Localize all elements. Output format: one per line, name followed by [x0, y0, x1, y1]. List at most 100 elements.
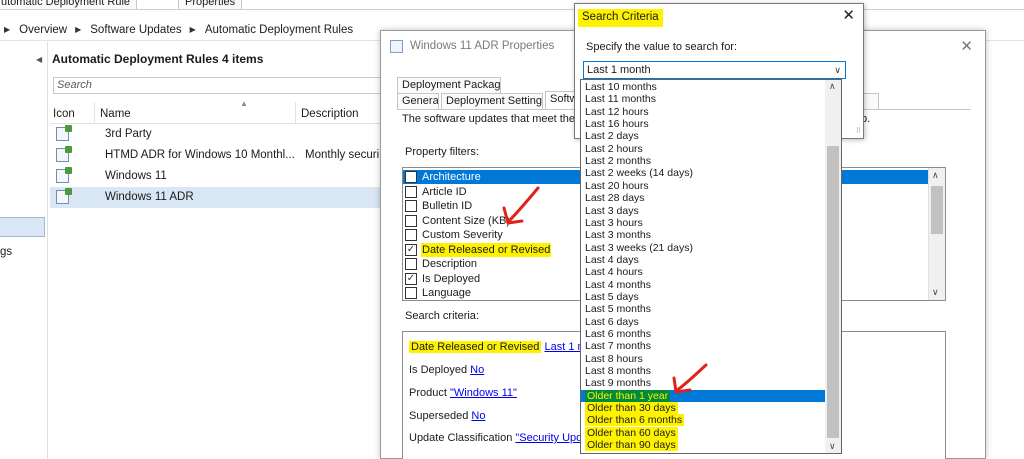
close-icon[interactable]: ✕ [960, 37, 973, 55]
scroll-down-icon[interactable]: ∨ [829, 441, 836, 452]
dropdown-option[interactable]: Last 4 months [581, 279, 826, 291]
search-value-label: Specify the value to search for: [586, 41, 738, 53]
dropdown-option[interactable]: Last 5 days [581, 291, 826, 303]
criteria-row-date: Date Released or Revised Last 1 mo [409, 341, 593, 353]
checkbox-icon[interactable] [405, 171, 417, 183]
list-search-input[interactable]: Search [53, 77, 395, 94]
chevron-down-icon[interactable]: ∨ [834, 62, 841, 78]
row-description: Monthly securi [305, 149, 380, 161]
dropdown-option[interactable]: Last 6 months [581, 328, 826, 340]
table-row-selected[interactable]: Windows 11 ADR [50, 187, 395, 208]
tab-deployment-package[interactable]: Deployment Package [397, 77, 501, 93]
dropdown-option[interactable]: Last 3 hours [581, 217, 826, 229]
dropdown-option[interactable]: Last 2 weeks (14 days) [581, 167, 826, 179]
breadcrumb-overview[interactable]: Overview [19, 24, 67, 36]
collapse-arrow-icon[interactable]: ◀ [36, 55, 42, 64]
dropdown-option-label: Last 9 months [585, 377, 651, 390]
table-row[interactable]: HTMD ADR for Windows 10 Monthl... Monthl… [50, 145, 395, 166]
dropdown-option[interactable]: Last 2 hours [581, 143, 826, 155]
dropdown-option[interactable]: Older than 30 days [581, 402, 826, 415]
dropdown-option[interactable]: Older than 6 months [581, 414, 826, 427]
tab-properties[interactable]: Properties [178, 0, 243, 9]
scrollbar-thumb[interactable] [827, 146, 839, 438]
scroll-up-icon[interactable]: ∧ [829, 81, 836, 92]
checkbox-icon[interactable] [405, 214, 417, 227]
search-value-combobox[interactable]: Last 1 month ∨ [583, 61, 846, 79]
sort-ascending-icon: ▲ [240, 99, 248, 108]
dropdown-option[interactable]: Last 16 hours [581, 118, 826, 130]
resize-grip-icon[interactable]: ⠿ [856, 127, 861, 135]
combobox-selected-value: Last 1 month [587, 64, 651, 76]
dropdown-option-label: Last 4 months [585, 278, 651, 291]
dropdown-option-label: Last 28 days [585, 192, 645, 205]
dropdown-option[interactable]: Older than 1 year [581, 389, 826, 403]
scroll-down-icon[interactable]: ∨ [932, 287, 939, 298]
dropdown-option[interactable]: Last 2 months [581, 155, 826, 167]
nav-item-partial[interactable]: gs [0, 246, 12, 258]
checkbox-icon[interactable]: ✓ [405, 272, 417, 285]
dropdown-option[interactable]: Last 10 months [581, 81, 826, 93]
dropdown-option-label: Last 3 months [585, 229, 651, 242]
checkbox-icon[interactable] [405, 287, 417, 299]
dropdown-option[interactable]: Last 6 days [581, 316, 826, 328]
checkbox-icon[interactable] [405, 185, 417, 198]
checkbox-icon[interactable] [405, 200, 417, 212]
close-icon[interactable]: ✕ [842, 6, 855, 24]
table-row[interactable]: Windows 11 [50, 166, 395, 187]
checkbox-icon[interactable] [405, 258, 417, 270]
dropdown-option[interactable]: Last 4 days [581, 254, 826, 266]
search-value-dropdown-list[interactable]: Older than 90 days Older than 60 days Olde… [580, 79, 842, 454]
tab-general[interactable]: General [397, 93, 439, 109]
dropdown-option[interactable]: Last 28 days [581, 192, 826, 204]
dropdown-option[interactable]: Last 8 months [581, 365, 826, 377]
dropdown-option[interactable]: Last 2 days [581, 130, 826, 142]
criteria-field: Product [409, 387, 447, 399]
dropdown-option[interactable]: Last 5 months [581, 303, 826, 315]
breadcrumb-software-updates[interactable]: Software Updates [90, 24, 181, 36]
column-divider[interactable] [94, 102, 95, 124]
row-name: Windows 11 [105, 170, 167, 182]
filter-item-label: Article ID [422, 185, 467, 198]
dropdown-option[interactable]: Last 8 hours [581, 353, 826, 365]
tab-automatic-deployment-rule[interactable]: utomatic Deployment Rule [0, 0, 138, 9]
dropdown-option[interactable]: Older than 60 days [581, 426, 826, 439]
criteria-field: Date Released or Revised [409, 341, 542, 353]
criteria-value-link[interactable]: "Windows 11" [450, 387, 517, 399]
dropdown-option-label: Last 3 days [585, 204, 639, 217]
dropdown-option-label: Older than 1 year [585, 389, 671, 402]
dropdown-option[interactable]: Last 3 weeks (21 days) [581, 242, 826, 254]
checkbox-icon[interactable] [405, 229, 417, 241]
table-row[interactable]: 3rd Party [50, 124, 395, 145]
criteria-field: Superseded [409, 410, 469, 422]
property-filters-scrollbar[interactable]: ∧ ∨ [928, 168, 945, 300]
criteria-value-link[interactable]: No [471, 410, 485, 422]
dropdown-option[interactable]: Last 20 hours [581, 180, 826, 192]
dropdown-option[interactable]: Last 4 hours [581, 266, 826, 278]
dropdown-option[interactable]: Last 3 days [581, 205, 826, 217]
criteria-row-superseded: Superseded No [409, 410, 485, 422]
scroll-up-icon[interactable]: ∧ [932, 170, 939, 181]
criteria-value-link[interactable]: No [470, 364, 484, 376]
column-divider[interactable] [295, 102, 296, 124]
dropdown-option[interactable]: Last 3 months [581, 229, 826, 241]
dropdown-option[interactable]: Last 9 months [581, 377, 826, 389]
filter-item-label: Bulletin ID [422, 200, 473, 212]
criteria-value-link[interactable]: "Security Upda [515, 432, 588, 444]
nav-selected-item[interactable] [0, 217, 45, 237]
column-header-icon[interactable]: Icon [53, 108, 75, 120]
dropdown-option[interactable]: Older than 90 days [581, 439, 826, 452]
dropdown-option[interactable]: Last 11 months [581, 93, 826, 105]
dropdown-option[interactable]: Last 7 months [581, 340, 826, 352]
column-header-description[interactable]: Description [301, 108, 359, 120]
dropdown-option-label: Last 4 hours [585, 266, 643, 279]
dropdown-option[interactable]: Last 12 hours [581, 106, 826, 118]
properties-dialog-title: Windows 11 ADR Properties [410, 40, 555, 52]
criteria-row-product: Product "Windows 11" [409, 387, 517, 399]
scrollbar-thumb[interactable] [931, 186, 943, 234]
dropdown-scrollbar[interactable]: ∧ ∨ [825, 80, 841, 453]
tab-deployment-settings[interactable]: Deployment Settings [441, 93, 543, 109]
column-header-name[interactable]: Name [100, 108, 131, 120]
dropdown-option-label: Last 10 months [585, 81, 657, 93]
breadcrumb-automatic-deployment-rules[interactable]: Automatic Deployment Rules [205, 24, 353, 36]
checkbox-icon[interactable]: ✓ [405, 243, 417, 256]
